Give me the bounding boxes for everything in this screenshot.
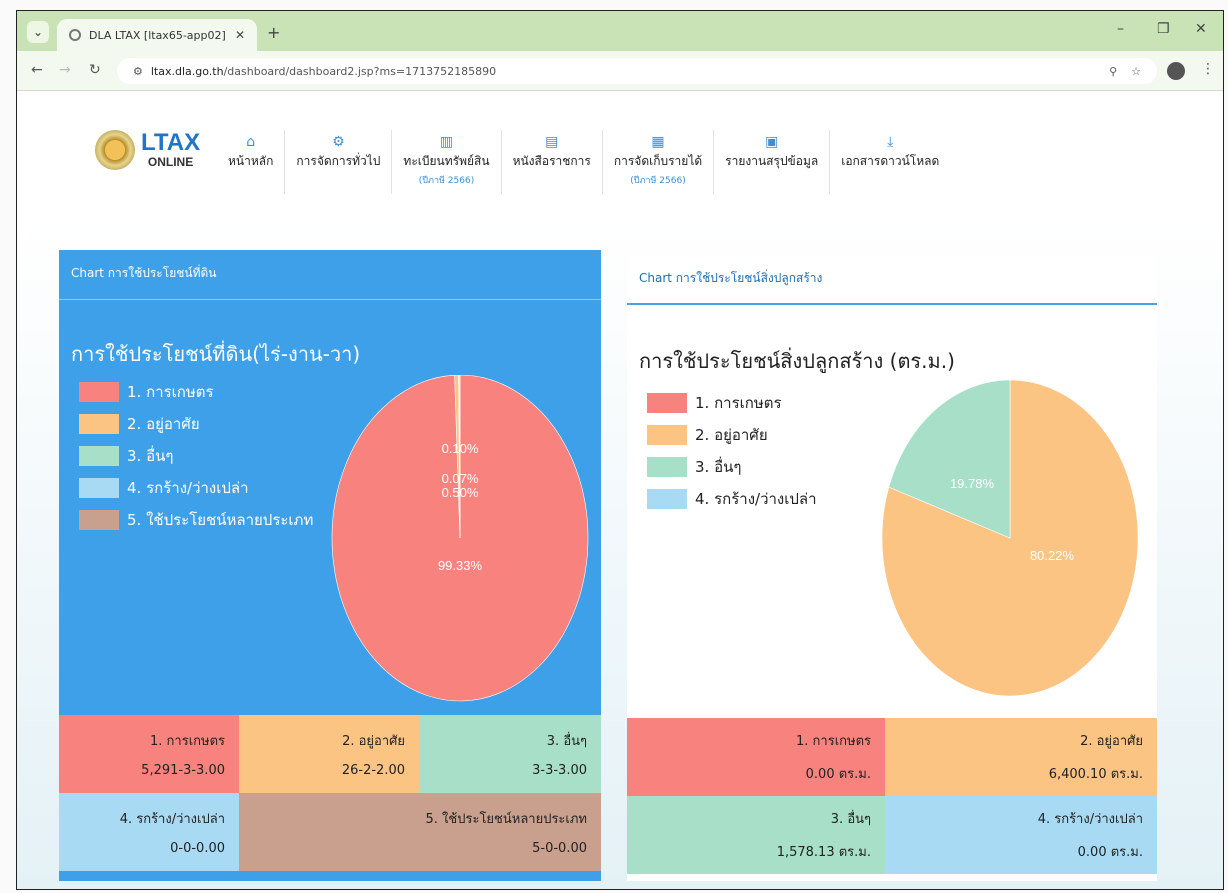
back-button[interactable]: ← — [31, 62, 43, 78]
browser-window: ⌄ DLA LTAX [ltax65-app02] ✕ + – ❐ ✕ ← → … — [16, 10, 1224, 890]
legend-swatch — [79, 478, 119, 498]
pie-data-label: 0.10% — [442, 441, 479, 456]
land-card-title: Chart การใช้ประโยชน์ที่ดิน — [59, 250, 601, 300]
main-nav: ⌂ หน้าหลัก ⚙ การจัดการทั่วไป ▥ ทะเบียนทร… — [217, 130, 950, 194]
report-icon: ▣ — [765, 134, 779, 150]
new-tab-button[interactable]: + — [267, 23, 280, 42]
building-card-title: Chart การใช้ประโยชน์สิ่งปลูกสร้าง — [627, 255, 1157, 305]
legend-item[interactable]: 4. รกร้าง/ว่างเปล่า — [647, 487, 817, 511]
pie-data-label: 0.50% — [442, 485, 479, 500]
profile-avatar[interactable] — [1167, 62, 1185, 80]
calculator-icon: ▦ — [651, 134, 665, 150]
ltax-logo[interactable]: LTAX ONLINE — [95, 130, 200, 170]
minimize-button[interactable]: – — [1117, 21, 1124, 37]
building-cell-agri: 1. การเกษตร 0.00 ตร.ม. — [627, 718, 885, 796]
tab-title: DLA LTAX [ltax65-app02] — [89, 28, 226, 42]
building-summary-table: 1. การเกษตร 0.00 ตร.ม. 2. อยู่อาศัย 6,40… — [627, 718, 1157, 874]
legend-item[interactable]: 5. ใช้ประโยชน์หลายประเภท — [79, 508, 313, 532]
legend-item[interactable]: 1. การเกษตร — [79, 380, 313, 404]
land-cell-multi: 5. ใช้ประโยชน์หลายประเภท 5-0-0.00 — [239, 793, 601, 871]
page-content: LTAX ONLINE ⌂ หน้าหลัก ⚙ การจัดการทั่วไป… — [17, 92, 1223, 889]
nav-home[interactable]: ⌂ หน้าหลัก — [217, 130, 286, 194]
browser-toolbar: ← → ↻ ⚙ ltax.dla.go.th/dashboard/dashboa… — [17, 51, 1223, 91]
reload-button[interactable]: ↻ — [89, 62, 101, 78]
book-icon: ▥ — [439, 134, 454, 150]
pie-data-label: 80.22% — [1030, 548, 1075, 563]
nav-revenue-collection[interactable]: ▦ การจัดเก็บรายได้ (ปีภาษี 2566) — [603, 130, 715, 194]
building-cell-residential: 2. อยู่อาศัย 6,400.10 ตร.ม. — [885, 718, 1157, 796]
legend-swatch — [647, 393, 687, 413]
url-host: ltax.dla.go.th — [150, 64, 224, 78]
legend-swatch — [647, 489, 687, 509]
bookmark-star-icon[interactable]: ☆ — [1131, 65, 1141, 78]
browser-tab[interactable]: DLA LTAX [ltax65-app02] ✕ — [57, 19, 257, 51]
url-path: /dashboard/dashboard2.jsp?ms=17137521858… — [223, 64, 497, 78]
download-icon: ⤓ — [887, 134, 894, 150]
logo-sub-text: ONLINE — [147, 155, 194, 169]
land-summary-table: 1. การเกษตร 5,291-3-3.00 2. อยู่อาศัย 26… — [59, 715, 601, 871]
building-chart-title: การใช้ประโยชน์สิ่งปลูกสร้าง (ตร.ม.) — [639, 349, 955, 373]
pie-data-label: 99.33% — [438, 558, 483, 573]
nav-downloads[interactable]: ⤓ เอกสารดาวน์โหลด — [830, 130, 950, 194]
legend-swatch — [647, 457, 687, 477]
seal-emblem — [95, 130, 135, 170]
forward-button[interactable]: → — [59, 62, 71, 78]
legend-swatch — [79, 382, 119, 402]
pie-data-label: 19.78% — [950, 476, 995, 491]
nav-asset-registry[interactable]: ▥ ทะเบียนทรัพย์สิน (ปีภาษี 2566) — [392, 130, 502, 194]
gears-icon: ⚙ — [332, 134, 345, 150]
browser-menu-icon[interactable]: ⋮ — [1201, 61, 1215, 77]
land-usage-card: Chart การใช้ประโยชน์ที่ดิน การใช้ประโยชน… — [59, 250, 601, 881]
restore-button[interactable]: ❐ — [1157, 21, 1170, 37]
site-info-icon[interactable]: ⚙ — [133, 65, 143, 78]
globe-icon — [69, 29, 81, 41]
building-usage-card: Chart การใช้ประโยชน์สิ่งปลูกสร้าง การใช้… — [627, 255, 1157, 881]
legend-swatch — [79, 446, 119, 466]
legend-item[interactable]: 2. อยู่อาศัย — [647, 423, 817, 447]
building-cell-vacant: 4. รกร้าง/ว่างเปล่า 0.00 ตร.ม. — [885, 796, 1157, 874]
legend-swatch — [79, 510, 119, 530]
close-window-button[interactable]: ✕ — [1195, 21, 1207, 37]
land-legend: 1. การเกษตร 2. อยู่อาศัย 3. อื่นๆ 4. รกร… — [79, 380, 313, 532]
land-chart-title: การใช้ประโยชน์ที่ดิน(ไร่-งาน-วา) — [71, 342, 361, 366]
legend-item[interactable]: 3. อื่นๆ — [79, 444, 313, 468]
building-cell-other: 3. อื่นๆ 1,578.13 ตร.ม. — [627, 796, 885, 874]
logo-main-text: LTAX — [141, 129, 201, 156]
building-legend: 1. การเกษตร 2. อยู่อาศัย 3. อื่นๆ 4. รกร… — [647, 391, 817, 511]
legend-item[interactable]: 2. อยู่อาศัย — [79, 412, 313, 436]
nav-official-letters[interactable]: ▤ หนังสือราชการ — [502, 130, 603, 194]
tab-search-button[interactable]: ⌄ — [27, 21, 49, 43]
address-bar[interactable]: ⚙ ltax.dla.go.th/dashboard/dashboard2.js… — [117, 58, 1157, 84]
land-cell-vacant: 4. รกร้าง/ว่างเปล่า 0-0-0.00 — [59, 793, 239, 871]
document-icon: ▤ — [545, 134, 559, 150]
title-bar: ⌄ DLA LTAX [ltax65-app02] ✕ + – ❐ ✕ — [17, 11, 1223, 51]
zoom-icon[interactable]: ⚲ — [1109, 65, 1117, 78]
land-cell-other: 3. อื่นๆ 3-3-3.00 — [419, 715, 601, 793]
pie-data-label: 0.07% — [442, 471, 479, 486]
legend-swatch — [647, 425, 687, 445]
building-pie-chart: 80.22% 19.78% — [881, 380, 1139, 697]
nav-summary-report[interactable]: ▣ รายงานสรุปข้อมูล — [714, 130, 831, 194]
legend-item[interactable]: 4. รกร้าง/ว่างเปล่า — [79, 476, 313, 500]
legend-item[interactable]: 1. การเกษตร — [647, 391, 817, 415]
home-icon: ⌂ — [246, 134, 256, 150]
legend-swatch — [79, 414, 119, 434]
land-cell-agri: 1. การเกษตร 5,291-3-3.00 — [59, 715, 239, 793]
legend-item[interactable]: 3. อื่นๆ — [647, 455, 817, 479]
land-cell-residential: 2. อยู่อาศัย 26-2-2.00 — [239, 715, 419, 793]
land-pie-chart: 99.33% 0.50%0.07% 0.10% — [331, 375, 589, 702]
close-tab-icon[interactable]: ✕ — [235, 28, 245, 42]
nav-general-management[interactable]: ⚙ การจัดการทั่วไป — [285, 130, 393, 194]
